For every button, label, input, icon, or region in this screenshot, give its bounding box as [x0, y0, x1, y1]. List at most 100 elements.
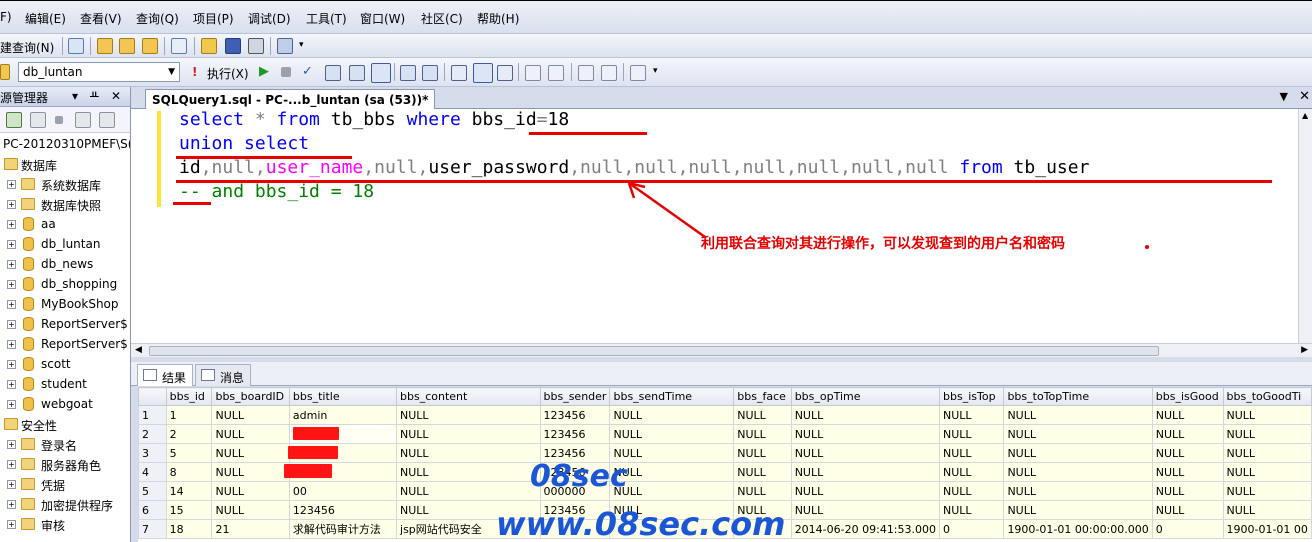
expand-icon[interactable]: +	[7, 260, 16, 269]
table-cell[interactable]: NULL	[1222, 500, 1312, 520]
table-cell[interactable]: 123456	[288, 500, 398, 520]
parse-check-icon[interactable]: ✓	[302, 64, 313, 79]
table-cell[interactable]: admin	[288, 405, 398, 425]
table-cell[interactable]: NULL	[939, 500, 1005, 520]
table-cell[interactable]: NULL	[733, 462, 792, 482]
table-cell[interactable]: NULL	[1222, 405, 1312, 425]
table-cell[interactable]: 14	[165, 481, 213, 501]
dropdown-icon[interactable]: ▾	[72, 89, 78, 103]
close-icon[interactable]: ✕	[111, 89, 121, 103]
table-cell[interactable]: NULL	[939, 405, 1005, 425]
row-number[interactable]: 3	[138, 443, 167, 463]
table-cell[interactable]: NULL	[609, 424, 735, 444]
expand-icon[interactable]: +	[7, 320, 16, 329]
row-number[interactable]: 5	[138, 481, 167, 501]
open-folder-icon[interactable]	[201, 38, 217, 54]
column-header[interactable]: bbs_boardID	[211, 387, 290, 406]
row-number[interactable]: 7	[138, 519, 167, 539]
menu-project[interactable]: 项目(P)	[193, 10, 234, 27]
table-cell[interactable]: NULL	[790, 481, 941, 501]
new-file-icon[interactable]	[68, 38, 84, 54]
table-cell[interactable]: NULL	[211, 462, 290, 482]
new-item-icon[interactable]	[171, 38, 187, 54]
display-plan-icon[interactable]	[325, 65, 341, 81]
debug-run-icon[interactable]: ▶	[259, 64, 269, 79]
expand-icon[interactable]: +	[7, 220, 16, 229]
expand-icon[interactable]: +	[7, 340, 16, 349]
table-cell[interactable]: 1	[165, 405, 213, 425]
table-cell[interactable]: NULL	[1151, 405, 1224, 425]
table-cell[interactable]: NULL	[609, 405, 735, 425]
vertical-scrollbar[interactable]: ▲	[1298, 109, 1312, 343]
table-cell[interactable]: 00	[288, 481, 398, 501]
table-cell[interactable]: NULL	[211, 424, 290, 444]
tab-results[interactable]: 结果	[137, 364, 194, 386]
table-cell[interactable]: NULL	[939, 424, 1005, 444]
connect-icon[interactable]	[0, 64, 10, 80]
column-header[interactable]	[138, 387, 167, 406]
include-plan-icon[interactable]	[451, 65, 467, 81]
expand-icon[interactable]: +	[7, 360, 16, 369]
table-cell[interactable]: 2014-06-20 09:41:53.000	[790, 519, 941, 539]
row-number[interactable]: 4	[138, 462, 167, 482]
stop-icon[interactable]	[55, 116, 63, 124]
close-icon[interactable]: ✕	[1299, 89, 1310, 104]
table-cell[interactable]: NULL	[609, 462, 735, 482]
table-cell[interactable]: NULL	[1222, 443, 1312, 463]
scroll-left-icon[interactable]: ◀	[135, 345, 142, 355]
tab-messages[interactable]: 消息	[195, 364, 252, 386]
menu-help[interactable]: 帮助(H)	[477, 10, 519, 27]
specify-values-icon[interactable]	[630, 65, 646, 81]
menu-file[interactable]: F)	[0, 10, 12, 24]
expand-icon[interactable]: +	[7, 280, 16, 289]
table-row[interactable]: 5 14 NULL 00 NULL 000000 NULL NULL NULL NULL NULL N…	[138, 481, 1312, 501]
results-to-grid-icon[interactable]	[371, 63, 391, 83]
table-cell[interactable]: 1900-01-01 00:00:00.000	[1003, 519, 1153, 539]
table-cell[interactable]: 8	[165, 462, 213, 482]
table-cell[interactable]: NULL	[396, 481, 541, 501]
table-cell[interactable]: 123456	[539, 405, 611, 425]
table-cell[interactable]: NULL	[790, 405, 941, 425]
table-cell[interactable]: NULL	[733, 481, 792, 501]
expand-icon[interactable]: +	[7, 380, 16, 389]
table-cell[interactable]: 0	[1151, 519, 1224, 539]
xml-query-icon[interactable]	[142, 38, 158, 54]
column-header[interactable]: bbs_content	[396, 387, 541, 406]
tab-sqlquery1[interactable]: SQLQuery1.sql - PC-...b_luntan (sa (53))…	[145, 89, 436, 109]
table-cell[interactable]: NULL	[211, 405, 290, 425]
database-query-icon[interactable]	[97, 38, 113, 54]
execute-button[interactable]: 执行(X)	[207, 65, 249, 82]
table-cell[interactable]: NULL	[939, 462, 1005, 482]
table-cell[interactable]: NULL	[1151, 481, 1224, 501]
table-cell[interactable]: NULL	[1003, 481, 1153, 501]
table-cell[interactable]: NULL	[1003, 500, 1153, 520]
table-cell[interactable]: NULL	[1003, 462, 1153, 482]
expand-icon[interactable]: +	[7, 200, 16, 209]
column-header[interactable]: bbs_id	[165, 387, 213, 406]
row-number[interactable]: 6	[138, 500, 167, 520]
query-editor[interactable]: select * from tb_bbs where bbs_id=18 uni…	[131, 109, 1312, 357]
column-header[interactable]: bbs_isTop	[939, 387, 1005, 406]
table-cell[interactable]: 5	[165, 443, 213, 463]
table-row[interactable]: 1 1 NULL admin NULL 123456 NULL NULL NULL NULL NUL…	[138, 405, 1312, 425]
scroll-up-icon[interactable]: ▲	[1302, 111, 1308, 120]
table-cell[interactable]: NULL	[396, 443, 541, 463]
column-header[interactable]: bbs_face	[733, 387, 792, 406]
table-cell[interactable]: NULL	[1003, 405, 1153, 425]
column-header[interactable]: bbs_sendTime	[609, 387, 735, 406]
stop-icon[interactable]	[281, 67, 291, 77]
table-cell[interactable]: NULL	[790, 462, 941, 482]
table-cell[interactable]: 15	[165, 500, 213, 520]
tab-list-icon[interactable]: ▼	[1280, 90, 1288, 103]
row-number[interactable]: 2	[138, 424, 167, 444]
io-statistics-icon[interactable]	[497, 65, 513, 81]
expand-icon[interactable]: +	[7, 300, 16, 309]
toolbar-overflow-icon[interactable]: ▾	[653, 66, 658, 76]
analysis-query-icon[interactable]	[119, 38, 135, 54]
table-cell[interactable]: NULL	[1222, 462, 1312, 482]
table-cell[interactable]: NULL	[1003, 424, 1153, 444]
table-cell[interactable]: NULL	[790, 424, 941, 444]
client-statistics-icon[interactable]	[473, 63, 493, 83]
column-header[interactable]: bbs_opTime	[790, 387, 941, 406]
menu-window[interactable]: 窗口(W)	[360, 10, 405, 27]
